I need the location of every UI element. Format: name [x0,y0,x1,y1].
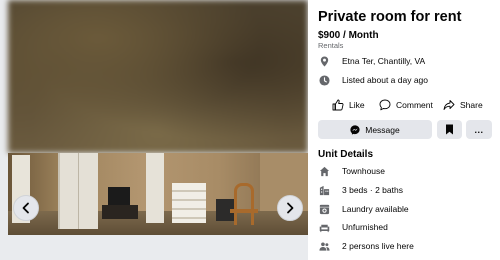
unit-detail-label: Townhouse [342,166,386,176]
save-button[interactable] [437,120,462,139]
message-button[interactable]: Message [318,120,432,139]
listed-time-row: Listed about a day ago [318,73,428,87]
people-icon [318,240,330,252]
comment-bubble-icon [379,99,391,111]
like-label: Like [349,100,365,110]
unit-detail-label: Laundry available [342,204,409,214]
sofa-icon [318,221,330,233]
unit-detail-label: 3 beds · 2 baths [342,185,403,195]
unit-detail-property-type: Townhouse [318,164,385,178]
more-options-button[interactable]: ... [466,120,492,139]
location-pin-icon [318,55,331,68]
bookmark-icon [446,124,453,135]
next-photo-button[interactable] [277,195,303,221]
washer-icon [318,203,330,215]
share-button[interactable]: Share [443,97,483,113]
action-bar: Like Comment Share [308,97,500,113]
chevron-left-icon [22,202,29,214]
unit-detail-furnishing: Unfurnished [318,220,388,234]
unit-detail-rooms: 3 beds · 2 baths [318,183,403,197]
media-viewer [0,0,308,260]
blurred-backdrop [8,0,308,153]
thumbs-up-icon [332,99,344,111]
share-label: Share [460,100,483,110]
comment-label: Comment [396,100,433,110]
listing-price: $900 / Month [318,30,379,41]
unit-detail-label: Unfurnished [342,222,388,232]
home-icon [318,165,330,177]
previous-photo-button[interactable] [13,195,39,221]
listing-title: Private room for rent [318,9,462,25]
unit-details-heading: Unit Details [318,149,374,160]
listing-details-panel: Private room for rent $900 / Month Renta… [308,0,500,260]
location-text: Etna Ter, Chantilly, VA [342,56,426,66]
share-arrow-icon [443,100,455,110]
unit-detail-label: 2 persons live here [342,241,414,251]
listed-time-text: Listed about a day ago [342,75,429,85]
building-icon [318,184,330,196]
chevron-right-icon [287,202,294,214]
unit-detail-laundry: Laundry available [318,202,409,216]
messenger-icon [350,124,360,135]
listing-photo[interactable] [8,153,308,235]
listing-category[interactable]: Rentals [318,41,343,50]
like-button[interactable]: Like [332,97,365,113]
unit-detail-occupants: 2 persons live here [318,239,414,253]
location-row[interactable]: Etna Ter, Chantilly, VA [318,54,425,68]
clock-icon [318,74,331,87]
comment-button[interactable]: Comment [379,97,433,113]
message-label: Message [365,124,400,135]
more-options-icon: ... [474,124,484,135]
